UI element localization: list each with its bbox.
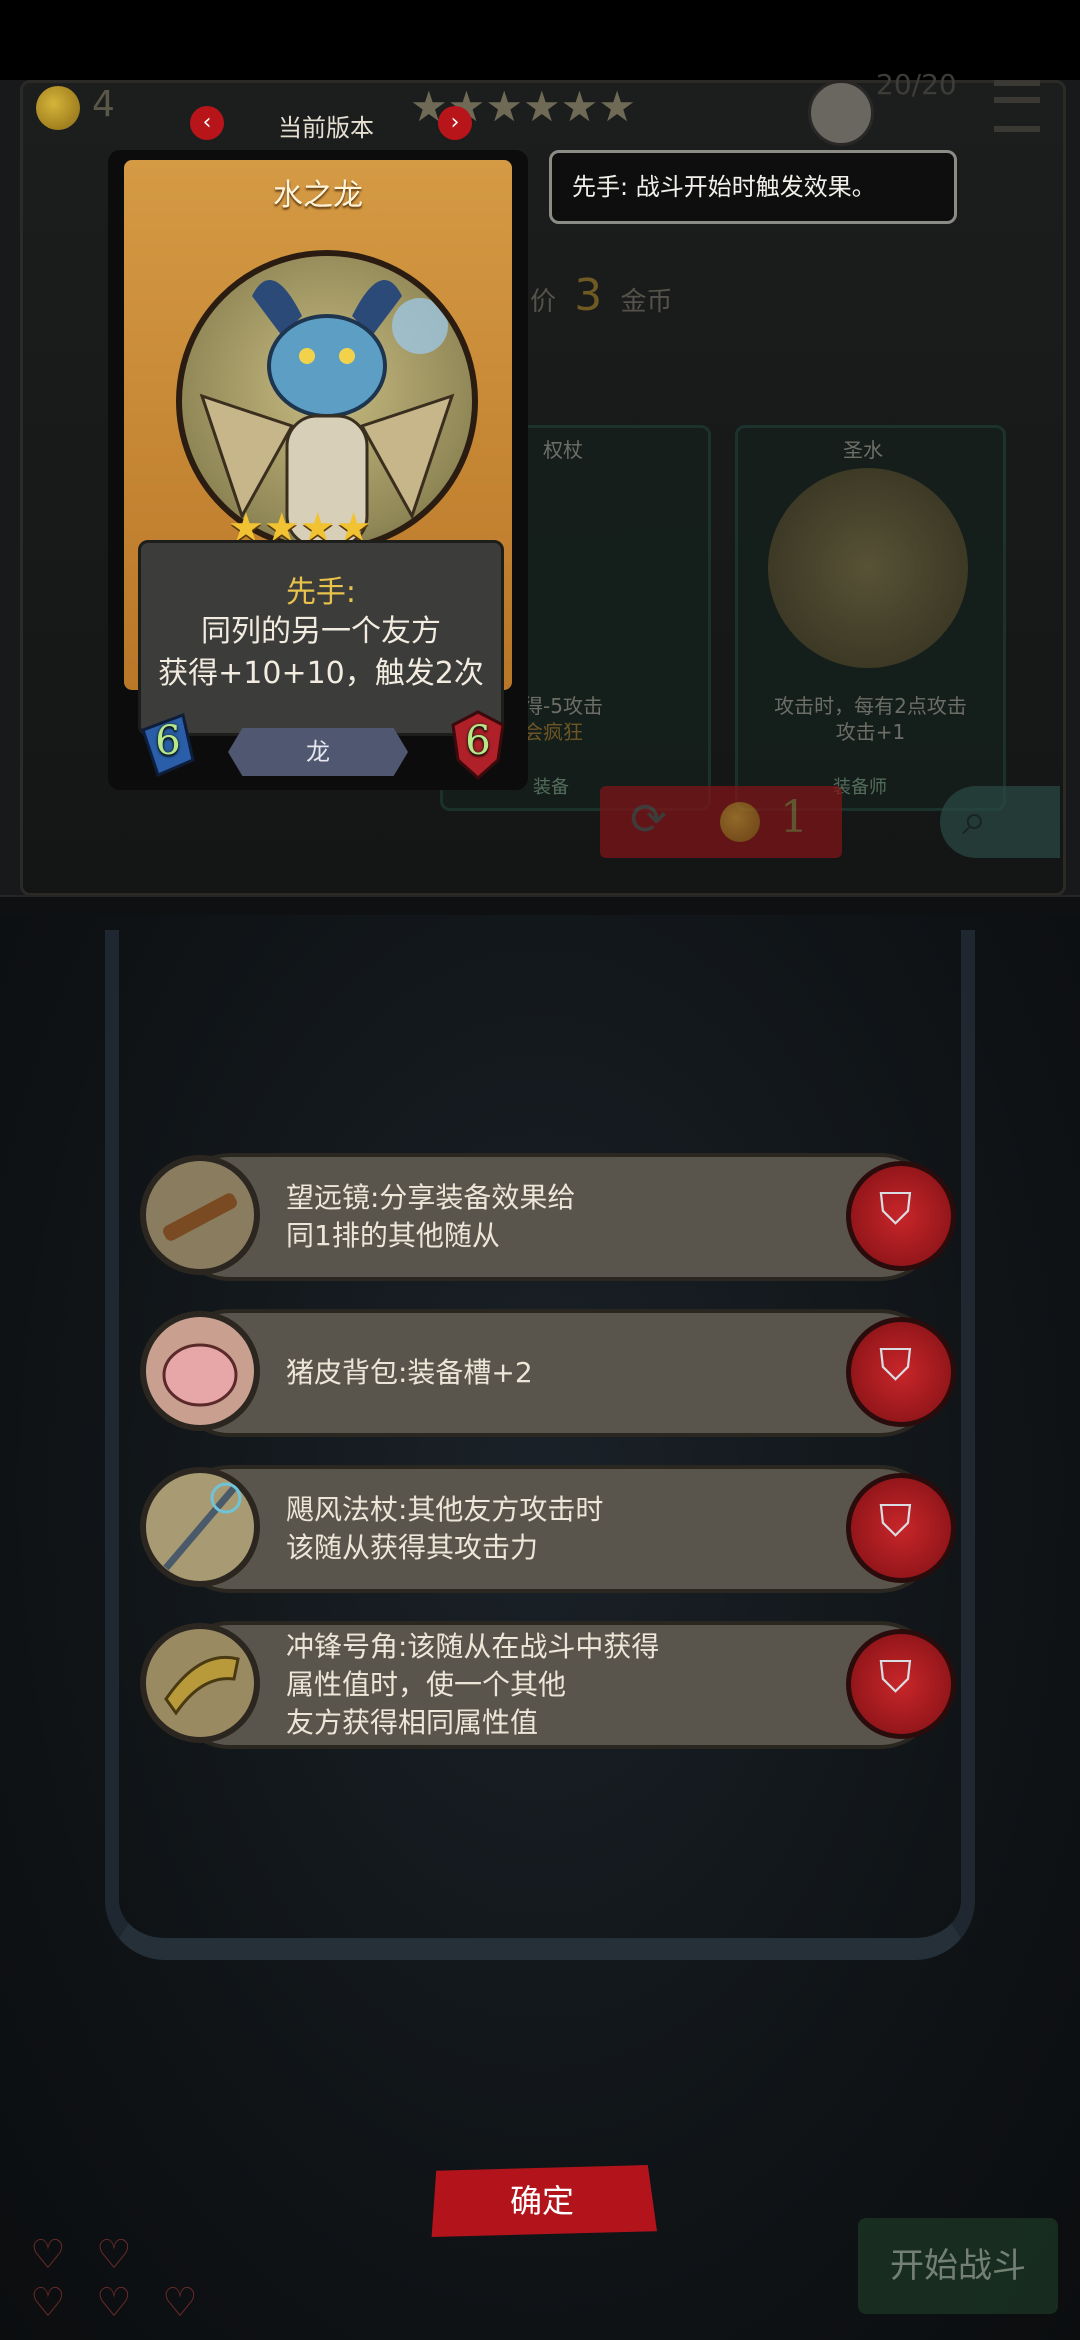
menu-icon[interactable] bbox=[994, 80, 1040, 132]
life-heart-icon: ♡ bbox=[30, 2280, 66, 2326]
shield-minus-icon: ⛉ bbox=[879, 1184, 912, 1235]
price-unit: 金币 bbox=[620, 287, 673, 317]
card-tribe: 龙 bbox=[228, 728, 408, 776]
life-heart-icon: ♡ bbox=[96, 2232, 132, 2278]
confirm-button[interactable]: 确定 bbox=[431, 2165, 657, 2237]
life-heart-icon: ♡ bbox=[96, 2280, 132, 2326]
attack-badge: 6 bbox=[138, 710, 198, 780]
version-label: 当前版本 bbox=[278, 114, 374, 142]
equipment-item: 猪皮背包:装备槽+2 ⛉ bbox=[130, 1303, 956, 1443]
refresh-icon: ⟳ bbox=[630, 794, 667, 845]
equipment-item: 望远镜:分享装备效果给 同1排的其他随从 ⛉ bbox=[130, 1147, 956, 1287]
shop-card-desc-line: 攻击+1 bbox=[835, 720, 906, 744]
unequip-button[interactable]: ⛉ bbox=[846, 1161, 956, 1271]
shield-minus-icon: ⛉ bbox=[879, 1340, 912, 1391]
search-button[interactable]: ⌕ bbox=[940, 786, 1060, 858]
telescope-icon bbox=[140, 1155, 260, 1275]
shop-card-desc: 攻击时，每有2点攻击 攻击+1 bbox=[758, 693, 983, 745]
unequip-button[interactable]: ⛉ bbox=[846, 1629, 956, 1739]
shop-card-title: 圣水 bbox=[843, 438, 883, 462]
card-name: 水之龙 bbox=[273, 178, 363, 213]
equipment-desc: 望远镜:分享装备效果给 同1排的其他随从 bbox=[286, 1181, 576, 1252]
card-desc-line2: 获得+10+10，触发2次 bbox=[158, 656, 484, 691]
star-icon: ★ bbox=[598, 82, 636, 131]
shop-card-desc-line: 得-5攻击 bbox=[523, 694, 603, 718]
life-heart-icon: ♡ bbox=[162, 2280, 198, 2326]
pig-backpack-icon bbox=[140, 1311, 260, 1431]
life-heart-icon: ♡ bbox=[30, 2232, 66, 2278]
hurricane-staff-icon bbox=[140, 1467, 260, 1587]
shield-minus-icon: ⛉ bbox=[879, 1652, 912, 1703]
star-icon: ★ bbox=[560, 82, 599, 131]
shop-card-desc: 得-5攻击 会疯狂 bbox=[523, 693, 603, 745]
next-version-arrow[interactable]: › bbox=[438, 106, 472, 140]
attack-value: 6 bbox=[155, 718, 181, 764]
start-battle-button[interactable]: 开始战斗 bbox=[858, 2218, 1058, 2314]
health-badge: 6 bbox=[448, 710, 508, 781]
equipment-desc: 猪皮背包:装备槽+2 bbox=[286, 1356, 533, 1389]
card-desc-line1: 同列的另一个友方 bbox=[201, 614, 441, 649]
shield-minus-icon: ⛉ bbox=[879, 1496, 912, 1547]
unequip-button[interactable]: ⛉ bbox=[846, 1473, 956, 1583]
coin-icon bbox=[720, 802, 760, 842]
refresh-cost: 1 bbox=[780, 792, 808, 843]
card-description: 先手: 同列的另一个友方 获得+10+10，触发2次 bbox=[138, 540, 504, 736]
shop-card-desc-line: 会疯狂 bbox=[523, 720, 583, 744]
shop-card-tag: 装备 bbox=[533, 777, 569, 798]
prev-version-arrow[interactable]: ‹ bbox=[190, 106, 224, 140]
shop-card-desc-line: 攻击时，每有2点攻击 bbox=[774, 694, 967, 718]
star-icon: ★ bbox=[485, 82, 523, 131]
health-value: 6 bbox=[465, 718, 491, 764]
panel-divider bbox=[0, 895, 1080, 917]
keyword-tooltip: 先手: 战斗开始时触发效果。 bbox=[549, 150, 957, 224]
equipment-item: 飓风法杖:其他友方攻击时 该随从获得其攻击力 ⛉ bbox=[130, 1459, 956, 1599]
coin-count: 4 bbox=[92, 84, 115, 125]
price-label: 价 3 金币 bbox=[530, 270, 673, 321]
equipment-item: 冲锋号角:该随从在战斗中获得 属性值时，使一个其他 友方获得相同属性值 ⛉ bbox=[130, 1615, 956, 1755]
equipment-desc: 飓风法杖:其他友方攻击时 该随从获得其攻击力 bbox=[286, 1493, 604, 1564]
equipment-frame bbox=[105, 930, 975, 1960]
refresh-button[interactable]: ⟳ 1 bbox=[600, 786, 842, 858]
shop-card-title: 权杖 bbox=[543, 438, 583, 462]
equipment-desc: 冲锋号角:该随从在战斗中获得 属性值时，使一个其他 友方获得相同属性值 bbox=[286, 1630, 660, 1739]
holy-water-icon bbox=[768, 468, 968, 668]
card-keyword: 先手: bbox=[285, 575, 357, 610]
shop-card-right[interactable]: 圣水 攻击时，每有2点攻击 攻击+1 装备师 bbox=[735, 425, 1006, 811]
turn-counter: 20/20 bbox=[876, 68, 957, 101]
star-icon: ★ bbox=[522, 82, 561, 131]
unequip-button[interactable]: ⛉ bbox=[846, 1317, 956, 1427]
avatar[interactable] bbox=[808, 80, 874, 146]
coin-icon bbox=[36, 86, 80, 130]
hero-card[interactable]: ‹ 当前版本 › 水之龙 ★★★★ 先手: 同列的另一个友方 获得+10+10，… bbox=[108, 106, 528, 790]
search-icon: ⌕ bbox=[962, 794, 987, 845]
price-prefix: 价 bbox=[530, 287, 557, 317]
price-value: 3 bbox=[574, 270, 603, 321]
charge-horn-icon bbox=[140, 1623, 260, 1743]
